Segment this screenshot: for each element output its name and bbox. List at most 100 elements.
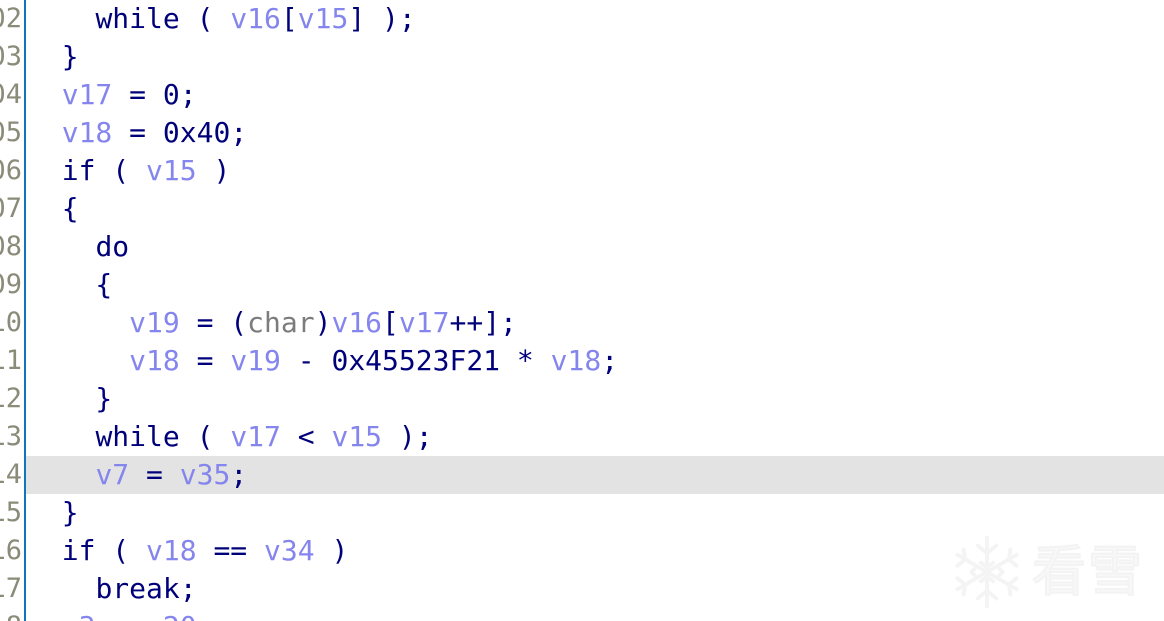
line-number-gutter[interactable]: 03 bbox=[0, 38, 26, 76]
code-text[interactable]: { bbox=[28, 190, 79, 228]
code-text[interactable]: v18 = v19 - 0x45523F21 * v18; bbox=[28, 342, 618, 380]
code-token: ; bbox=[601, 344, 619, 377]
code-token: v16 bbox=[331, 306, 383, 339]
code-text[interactable]: v17 = 0; bbox=[28, 76, 197, 114]
code-text[interactable]: v3 = v20; bbox=[28, 608, 214, 621]
code-text[interactable]: } bbox=[28, 380, 112, 418]
pseudocode-editor[interactable]: 02 while ( v16[v15] );03 }04 v17 = 0;05 … bbox=[0, 0, 1164, 621]
code-token: while bbox=[95, 420, 180, 453]
line-number-gutter[interactable]: 02 bbox=[0, 0, 26, 38]
line-number-gutter[interactable]: 18 bbox=[0, 608, 26, 621]
code-line[interactable]: 17 break; bbox=[0, 570, 1164, 608]
code-token: v18 bbox=[146, 534, 197, 567]
code-token: 0 bbox=[162, 78, 180, 111]
code-token: ] ); bbox=[348, 2, 416, 35]
code-line[interactable]: 13 while ( v17 < v15 ); bbox=[0, 418, 1164, 456]
code-line[interactable]: 11 v18 = v19 - 0x45523F21 * v18; bbox=[0, 342, 1164, 380]
code-token: v15 bbox=[146, 154, 197, 187]
code-line[interactable]: 15 } bbox=[0, 494, 1164, 532]
line-number: 06 bbox=[0, 155, 22, 186]
line-number-gutter[interactable]: 06 bbox=[0, 152, 26, 190]
line-number-gutter[interactable]: 12 bbox=[0, 380, 26, 418]
code-line[interactable]: 06 if ( v15 ) bbox=[0, 152, 1164, 190]
line-number-gutter[interactable]: 17 bbox=[0, 570, 26, 608]
line-number-gutter[interactable]: 15 bbox=[0, 494, 26, 532]
line-number: 12 bbox=[0, 383, 22, 414]
code-token: while bbox=[95, 2, 180, 35]
code-token: v17 bbox=[398, 306, 450, 339]
code-line[interactable]: 10 v19 = (char)v16[v17++]; bbox=[0, 304, 1164, 342]
code-token: v15 bbox=[331, 420, 383, 453]
code-token: v19 bbox=[230, 344, 281, 377]
code-text[interactable]: if ( v18 == v34 ) bbox=[28, 532, 349, 570]
code-token: = bbox=[179, 344, 231, 377]
code-token: ) bbox=[196, 154, 231, 187]
line-number-gutter[interactable]: 10 bbox=[0, 304, 26, 342]
code-token: = bbox=[112, 116, 163, 149]
line-number-gutter[interactable]: 05 bbox=[0, 114, 26, 152]
code-token: } bbox=[28, 382, 113, 415]
code-line[interactable]: 16 if ( v18 == v34 ) bbox=[0, 532, 1164, 570]
line-number-gutter[interactable]: 16 bbox=[0, 532, 26, 570]
code-token: v18 bbox=[61, 116, 113, 149]
line-number-gutter[interactable]: 13 bbox=[0, 418, 26, 456]
code-token: ( bbox=[95, 534, 147, 567]
code-line[interactable]: 07 { bbox=[0, 190, 1164, 228]
code-line[interactable]: 09 { bbox=[0, 266, 1164, 304]
code-token: v15 bbox=[297, 2, 349, 35]
code-token: ); bbox=[382, 420, 433, 453]
code-line[interactable]: 04 v17 = 0; bbox=[0, 76, 1164, 114]
code-text[interactable]: v18 = 0x40; bbox=[28, 114, 247, 152]
code-token: = bbox=[112, 78, 163, 111]
code-token: v17 bbox=[61, 78, 113, 111]
code-token: = ( bbox=[179, 306, 248, 339]
code-text[interactable]: } bbox=[28, 494, 79, 532]
code-text[interactable]: while ( v17 < v15 ); bbox=[28, 418, 433, 456]
code-token: ) bbox=[314, 306, 332, 339]
code-line[interactable]: 14 v7 = v35; bbox=[0, 456, 1164, 494]
code-token: v3 bbox=[62, 610, 96, 621]
code-text[interactable]: if ( v15 ) bbox=[28, 152, 231, 190]
code-line[interactable]: 12 } bbox=[0, 380, 1164, 418]
code-token: break bbox=[95, 572, 180, 605]
code-token: v18 bbox=[129, 344, 180, 377]
code-line[interactable]: 02 while ( v16[v15] ); bbox=[0, 0, 1164, 38]
code-line[interactable]: 03 } bbox=[0, 38, 1164, 76]
code-token: if bbox=[61, 534, 96, 567]
code-token: ; bbox=[230, 116, 248, 149]
line-number: 09 bbox=[0, 269, 22, 300]
code-line[interactable]: 05 v18 = 0x40; bbox=[0, 114, 1164, 152]
code-text[interactable]: break; bbox=[28, 570, 197, 608]
line-number-gutter[interactable]: 11 bbox=[0, 342, 26, 380]
code-line[interactable]: 18 v3 = v20; bbox=[0, 608, 1164, 621]
line-number-gutter[interactable]: 09 bbox=[0, 266, 26, 304]
code-text[interactable]: do bbox=[28, 228, 129, 266]
line-number-gutter[interactable]: 04 bbox=[0, 76, 26, 114]
line-number: 13 bbox=[0, 421, 22, 452]
code-token: } bbox=[28, 496, 79, 529]
line-number: 18 bbox=[0, 608, 22, 621]
line-number-gutter[interactable]: 14 bbox=[0, 456, 26, 494]
code-token: v34 bbox=[264, 534, 315, 567]
line-number: 15 bbox=[0, 497, 22, 528]
line-number: 04 bbox=[0, 79, 22, 110]
code-token: v17 bbox=[230, 420, 281, 453]
code-text[interactable]: v19 = (char)v16[v17++]; bbox=[28, 304, 517, 342]
code-token: ; bbox=[179, 572, 197, 605]
code-text[interactable]: } bbox=[28, 38, 79, 76]
line-number-gutter[interactable]: 08 bbox=[0, 228, 26, 266]
code-text[interactable]: while ( v16[v15] ); bbox=[28, 0, 416, 38]
code-token: [ bbox=[382, 306, 399, 339]
line-number-gutter[interactable]: 07 bbox=[0, 190, 26, 228]
code-token: < bbox=[280, 420, 332, 453]
code-text[interactable]: { bbox=[28, 266, 112, 304]
code-line[interactable]: 08 do bbox=[0, 228, 1164, 266]
code-text[interactable]: v7 = v35; bbox=[28, 456, 247, 494]
